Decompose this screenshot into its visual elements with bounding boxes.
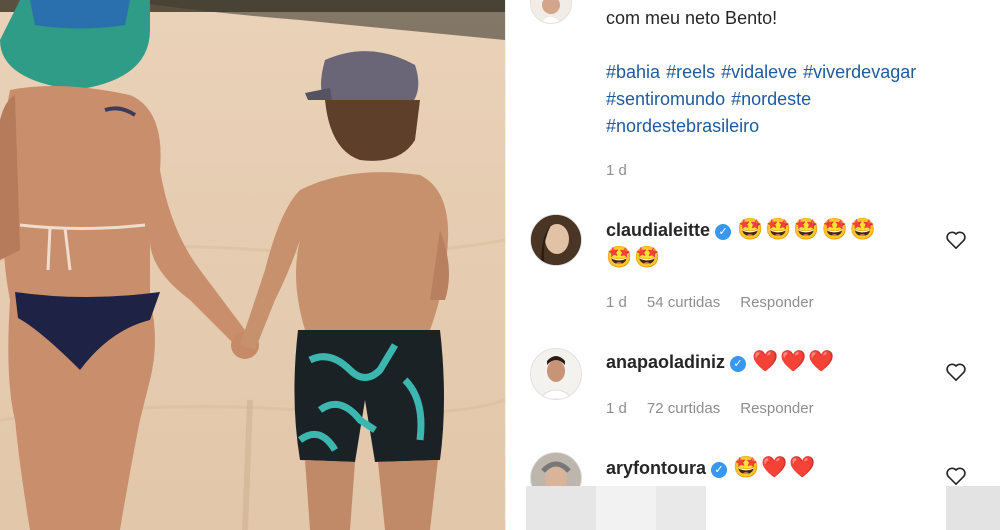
blurred-block bbox=[946, 486, 1000, 530]
hashtag-line-2: #sentiromundo #nordeste bbox=[606, 89, 817, 110]
hashtag-line-3: #nordestebrasileiro bbox=[606, 116, 765, 137]
hashtag-link[interactable]: #bahia bbox=[606, 62, 660, 82]
avatar-image bbox=[541, 0, 561, 23]
blurred-block bbox=[656, 486, 706, 530]
comment-username[interactable]: aryfontoura bbox=[606, 458, 706, 478]
reply-button[interactable]: Responder bbox=[740, 294, 813, 311]
comment-like-count[interactable]: 72 curtidas bbox=[647, 400, 720, 417]
hashtag-link[interactable]: #vidaleve bbox=[721, 62, 797, 82]
blurred-block bbox=[526, 486, 596, 530]
comments-panel: com meu neto Bento! #bahia #reels #vidalev… bbox=[505, 0, 1000, 530]
comment-line-1: aryfontoura ✓ 🤩❤️❤️ bbox=[606, 456, 817, 480]
comment-text: ❤️❤️❤️ bbox=[752, 350, 837, 373]
blurred-block bbox=[596, 486, 656, 530]
verified-badge-icon: ✓ bbox=[715, 224, 732, 240]
comment-text: 🤩❤️❤️ bbox=[733, 456, 818, 479]
caption-text: com meu neto Bento! bbox=[606, 8, 778, 28]
comment-username[interactable]: anapaoladiniz bbox=[606, 352, 725, 372]
beach-photo bbox=[0, 0, 505, 530]
caption-timestamp[interactable]: 1 d bbox=[606, 162, 627, 179]
comment-timestamp[interactable]: 1 d bbox=[606, 294, 627, 311]
verified-badge-icon: ✓ bbox=[711, 462, 728, 478]
comment-meta: 1 d 72 curtidas Responder bbox=[606, 400, 834, 417]
avatar-image bbox=[531, 215, 581, 265]
commenter-avatar[interactable] bbox=[530, 348, 582, 400]
hashtag-link[interactable]: #sentiromundo bbox=[606, 89, 725, 109]
comment-line-1: anapaoladiniz ✓ ❤️❤️❤️ bbox=[606, 350, 836, 374]
reply-button[interactable]: Responder bbox=[740, 400, 813, 417]
caption-author-avatar[interactable] bbox=[530, 0, 572, 24]
hashtag-link[interactable]: #viverdevagar bbox=[803, 62, 916, 82]
verified-badge-icon: ✓ bbox=[730, 356, 747, 372]
comment-like-count[interactable]: 54 curtidas bbox=[647, 294, 720, 311]
heart-outline-icon[interactable] bbox=[945, 466, 967, 486]
comment-text: 🤩🤩🤩🤩🤩 bbox=[737, 218, 878, 241]
heart-outline-icon[interactable] bbox=[945, 362, 967, 382]
hashtag-link[interactable]: #nordestebrasileiro bbox=[606, 116, 759, 136]
avatar-image bbox=[531, 349, 581, 399]
post-media[interactable] bbox=[0, 0, 505, 530]
hashtag-link[interactable]: #reels bbox=[666, 62, 715, 82]
heart-outline-icon[interactable] bbox=[945, 230, 967, 250]
comment-username[interactable]: claudialeitte bbox=[606, 220, 710, 240]
comment-timestamp[interactable]: 1 d bbox=[606, 400, 627, 417]
comment-line-1: claudialeitte ✓ 🤩🤩🤩🤩🤩 bbox=[606, 218, 878, 242]
comment-text-continued: 🤩🤩 bbox=[606, 246, 663, 269]
hashtag-link[interactable]: #nordeste bbox=[731, 89, 811, 109]
comment-meta: 1 d 54 curtidas Responder bbox=[606, 294, 834, 311]
caption-time: 1 d bbox=[606, 162, 647, 179]
hashtag-line-1: #bahia #reels #vidaleve #viverdevagar bbox=[606, 62, 922, 83]
commenter-avatar[interactable] bbox=[530, 214, 582, 266]
